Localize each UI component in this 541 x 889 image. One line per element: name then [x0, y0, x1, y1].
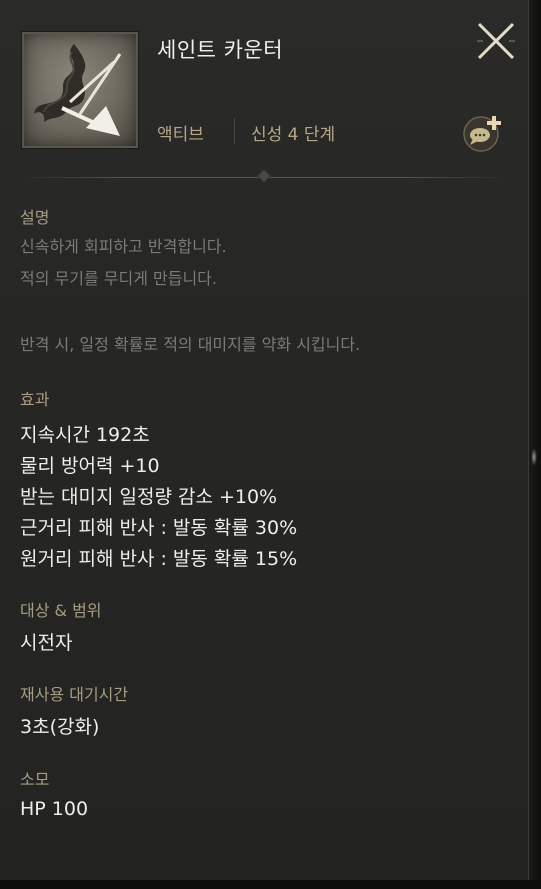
description-line: 신속하게 회피하고 반격합니다.: [20, 237, 227, 256]
dodge-arrow-icon: [21, 31, 139, 149]
divider-ornament: [256, 168, 272, 184]
effects-label: 효과: [20, 390, 50, 409]
window-edge: [529, 0, 541, 889]
cost-label: 소모: [20, 770, 50, 789]
chat-link-icon: [463, 116, 501, 152]
chat-link-button[interactable]: [461, 112, 505, 152]
type-divider: [234, 118, 235, 144]
skill-tooltip: 세인트 카운터 액티브 신성 4 단계 설명 신속하게 회피하고 반격합니다. …: [0, 0, 529, 880]
target-value: 시전자: [20, 632, 73, 654]
effect-item: 물리 방어력 +10: [20, 455, 160, 477]
description-label: 설명: [20, 208, 50, 227]
cooldown-value: 3초(강화): [20, 716, 100, 738]
close-button[interactable]: [473, 18, 519, 64]
description-line: 반격 시, 일정 확률로 적의 대미지를 약화 시킵니다.: [20, 335, 361, 354]
skill-name: 세인트 카운터: [157, 38, 284, 62]
skill-type: 액티브: [157, 125, 204, 145]
edge-ornament: [531, 448, 537, 466]
target-label: 대상 & 범위: [20, 601, 102, 620]
cooldown-label: 재사용 대기시간: [20, 685, 129, 704]
effect-item: 지속시간 192초: [20, 424, 150, 446]
effect-item: 받는 대미지 일정량 감소 +10%: [20, 486, 278, 508]
cost-value: HP 100: [20, 798, 89, 820]
effect-item: 근거리 피해 반사 : 발동 확률 30%: [20, 517, 298, 539]
close-icon: [477, 22, 515, 60]
effect-item: 원거리 피해 반사 : 발동 확률 15%: [20, 548, 298, 570]
skill-tier: 신성 4 단계: [251, 125, 336, 145]
bottom-edge: [0, 880, 541, 889]
description-line: 적의 무기를 무디게 만듭니다.: [20, 269, 217, 288]
